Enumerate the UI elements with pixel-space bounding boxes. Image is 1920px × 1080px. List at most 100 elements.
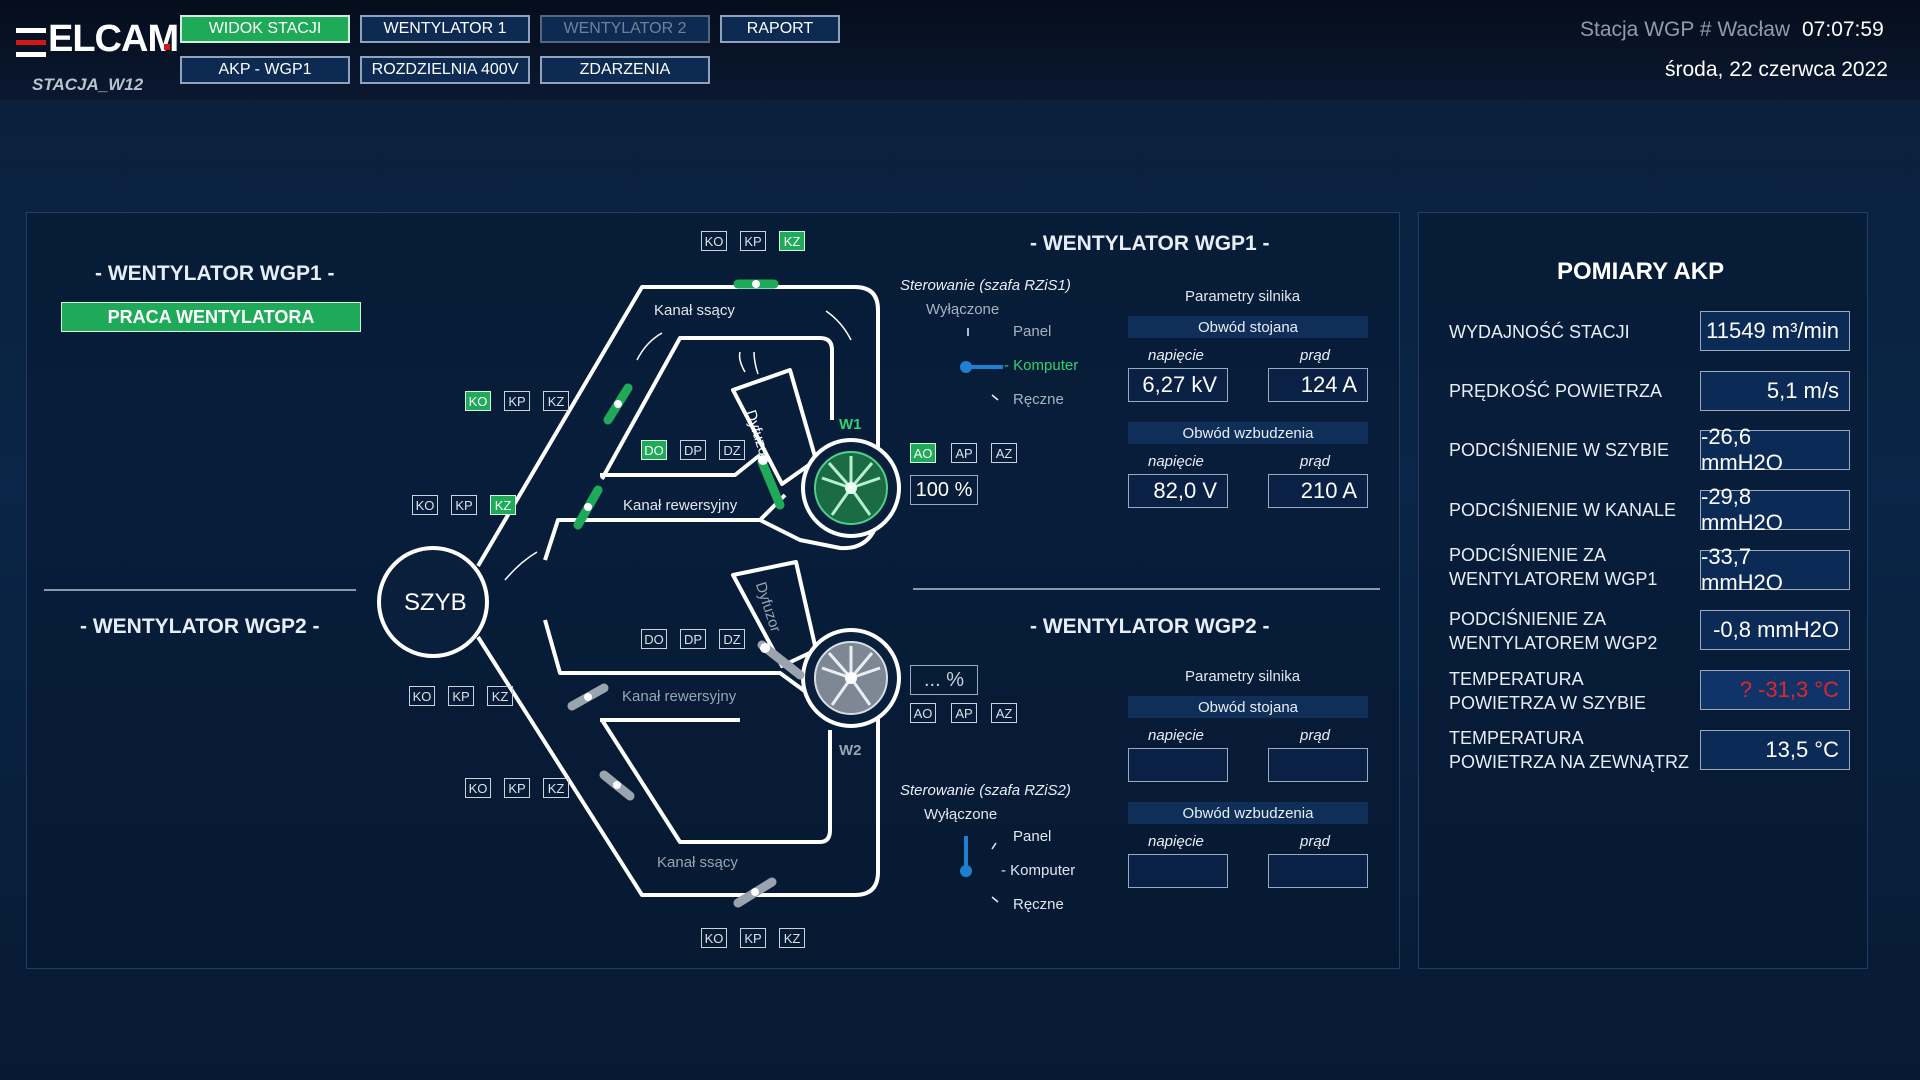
fan2-percent: ... % — [910, 665, 978, 695]
wgp2-st-i-label: prąd — [1300, 727, 1331, 744]
wgp1-mode-reczne: Ręczne — [1013, 391, 1064, 408]
wgp2-mode-panel: Panel — [1013, 828, 1052, 845]
wgp1-stojana-band: Obwód stojana — [1128, 316, 1368, 338]
wgp1-mode-panel: Panel — [1013, 323, 1052, 340]
akp-value-2: -26,6 mmH2O — [1700, 424, 1850, 475]
bottom-az[interactable]: AZ — [991, 703, 1017, 723]
mid-left-kz[interactable]: KZ — [490, 495, 516, 515]
wgp2-wz-u-label: napięcie — [1148, 833, 1204, 850]
wgp2-wz-u-value — [1128, 854, 1228, 888]
top-inner-duct — [600, 336, 834, 480]
akp-label-4: PODCIŚNIENIE ZA WENTYLATOREM WGP1 — [1449, 545, 1658, 589]
akp-value-7: 13,5 °C — [1700, 730, 1850, 770]
flow-arrow-4 — [738, 351, 746, 373]
lower-left2-ko[interactable]: KO — [465, 778, 491, 798]
wgp2-mode-komputer: - Komputer — [1001, 862, 1076, 879]
mid-left-ko[interactable]: KO — [412, 495, 438, 515]
akp-value-4: -33,7 mmH2O — [1700, 544, 1850, 595]
wgp1-wz-u-value: 82,0 V — [1128, 474, 1228, 508]
wgp2-st-i-value — [1268, 748, 1368, 782]
bottom-dp[interactable]: DP — [680, 629, 706, 649]
wgp1-st-u-value: 6,27 kV — [1128, 368, 1228, 402]
akp-label-1: PRĘDKOŚĆ POWIETRZA — [1449, 381, 1663, 401]
wgp2-st-u-value — [1128, 748, 1228, 782]
akp-label-6: TEMPERATURA POWIETRZA W SZYBIE — [1449, 669, 1647, 713]
top-dp[interactable]: DP — [680, 440, 706, 460]
damper-dyfuzor1 — [757, 457, 785, 510]
akp-label-5: PODCIŚNIENIE ZA WENTYLATOREM WGP2 — [1449, 609, 1658, 653]
bottom-do[interactable]: DO — [641, 629, 667, 649]
lower-left1-kp[interactable]: KP — [448, 686, 474, 706]
bottom-ko[interactable]: KO — [701, 928, 727, 948]
top-kp[interactable]: KP — [740, 231, 766, 251]
dial1-knob — [960, 361, 972, 373]
label-w2: W2 — [839, 742, 862, 759]
wgp1-wz-i-value: 210 A — [1268, 474, 1368, 508]
wgp2-wz-i-value — [1268, 854, 1368, 888]
bottom-ao[interactable]: AO — [910, 703, 936, 723]
wgp1-sterowanie: Sterowanie (szafa RZiS1) — [900, 277, 1071, 294]
wgp1-wz-u-label: napięcie — [1148, 453, 1204, 470]
akp-value-6: ? -31,3 °C — [1700, 670, 1850, 710]
wgp2-stojana-band: Obwód stojana — [1128, 696, 1368, 718]
bottom-dz[interactable]: DZ — [719, 629, 745, 649]
lower-left1-kz[interactable]: KZ — [487, 686, 513, 706]
wgp2-center-title: - WENTYLATOR WGP2 - — [1030, 615, 1270, 638]
bottom-kz[interactable]: KZ — [779, 928, 805, 948]
top-az[interactable]: AZ — [991, 443, 1017, 463]
lower-left2-kz[interactable]: KZ — [543, 778, 569, 798]
top-dz[interactable]: DZ — [719, 440, 745, 460]
wgp1-wzbudzenia-band: Obwód wzbudzenia — [1128, 422, 1368, 444]
akp-label-0: WYDAJNOŚĆ STACJI — [1449, 322, 1630, 342]
wgp2-mode-reczne: Ręczne — [1013, 896, 1064, 913]
akp-label-7: TEMPERATURA POWIETRZA NA ZEWNĄTRZ — [1449, 728, 1690, 772]
akp-value-1: 5,1 m/s — [1700, 371, 1850, 411]
top-kz[interactable]: KZ — [779, 231, 805, 251]
shaft-label: SZYB — [404, 589, 467, 616]
upper-left-kz[interactable]: KZ — [543, 391, 569, 411]
dial2-knob — [960, 865, 972, 877]
wgp1-st-u-label: napięcie — [1148, 347, 1204, 364]
wgp2-wzbudzenia-band: Obwód wzbudzenia — [1128, 802, 1368, 824]
akp-label-3: PODCIŚNIENIE W KANALE — [1449, 500, 1677, 520]
wgp2-wz-i-label: prąd — [1300, 833, 1331, 850]
fan1-percent: 100 % — [910, 475, 978, 505]
flow-arrow-5 — [753, 351, 759, 375]
lower-left2-kp[interactable]: KP — [504, 778, 530, 798]
wgp2-st-u-label: napięcie — [1148, 727, 1204, 744]
akp-value-3: -29,8 mmH2O — [1700, 484, 1850, 535]
akp-label-2: PODCIŚNIENIE W SZYBIE — [1449, 440, 1670, 460]
top-ko[interactable]: KO — [701, 231, 727, 251]
flow-arrow-3 — [825, 310, 852, 341]
wgp1-mode-komputer: - Komputer — [1004, 357, 1079, 374]
label-kanal-ssacy-top: Kanał ssący — [654, 302, 735, 319]
wgp1-mode-off: Wyłączone — [926, 301, 1000, 318]
upper-left-kp[interactable]: KP — [504, 391, 530, 411]
label-kanal-rew-top: Kanał rewersyjny — [623, 497, 738, 514]
bottom-kp[interactable]: KP — [740, 928, 766, 948]
wgp1-st-i-value: 124 A — [1268, 368, 1368, 402]
label-kanal-rew-bottom: Kanał rewersyjny — [622, 688, 737, 705]
wgp1-params-label: Parametry silnika — [1185, 288, 1301, 305]
flow-arrow-1 — [504, 551, 538, 581]
top-ao[interactable]: AO — [910, 443, 936, 463]
wgp1-center-title: - WENTYLATOR WGP1 - — [1030, 232, 1270, 255]
akp-value-5: -0,8 mmH2O — [1700, 610, 1850, 650]
wgp2-mode-off: Wyłączone — [924, 806, 998, 823]
bottom-ap[interactable]: AP — [951, 703, 977, 723]
label-w1: W1 — [839, 416, 862, 433]
akp-value-0: 11549 m³/min — [1700, 311, 1850, 351]
top-do[interactable]: DO — [641, 440, 667, 460]
flow-arrow-2 — [636, 332, 663, 361]
upper-left-ko[interactable]: KO — [465, 391, 491, 411]
akp-title: POMIARY AKP — [1557, 258, 1725, 285]
wgp1-st-i-label: prąd — [1300, 347, 1331, 364]
lower-left1-ko[interactable]: KO — [409, 686, 435, 706]
mid-left-kp[interactable]: KP — [451, 495, 477, 515]
wgp1-wz-i-label: prąd — [1300, 453, 1331, 470]
bottom-inner-duct — [600, 718, 832, 844]
label-kanal-ssacy-bottom: Kanał ssący — [657, 854, 738, 871]
top-ap[interactable]: AP — [951, 443, 977, 463]
wgp2-params-label: Parametry silnika — [1185, 668, 1301, 685]
wgp2-sterowanie: Sterowanie (szafa RZiS2) — [900, 782, 1071, 799]
